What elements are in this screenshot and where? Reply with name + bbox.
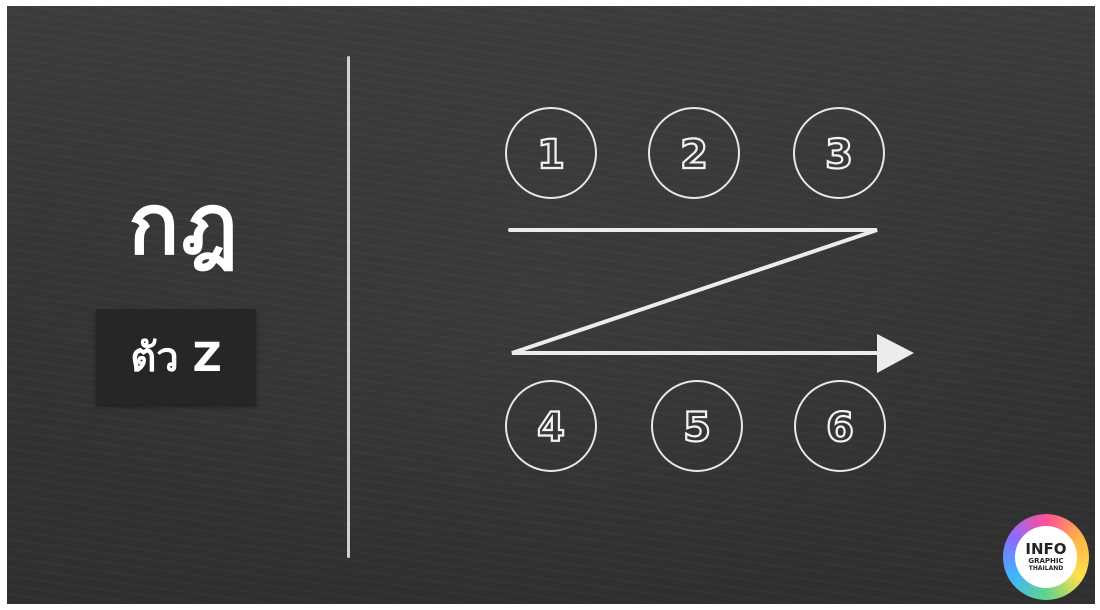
circle-6-number: 6 bbox=[826, 405, 854, 451]
logo-badge: INFO GRAPHIC THAILAND bbox=[1015, 526, 1077, 588]
circle-1-number: 1 bbox=[537, 132, 565, 178]
logo-line-1: INFO bbox=[1025, 540, 1067, 558]
z-path-line bbox=[508, 228, 885, 355]
circle-2-number: 2 bbox=[680, 132, 708, 178]
circle-4-number: 4 bbox=[537, 405, 565, 451]
circle-5-number: 5 bbox=[683, 405, 711, 451]
logo-line-2: GRAPHIC bbox=[1028, 557, 1064, 565]
arrowhead-icon bbox=[877, 334, 914, 373]
chalkboard: กฎ ตัว Z 1 2 3 4 5 6 INFO GRAPHIC THAILA… bbox=[7, 6, 1095, 604]
circle-3-number: 3 bbox=[825, 132, 853, 178]
z-pattern-diagram: 1 2 3 4 5 6 bbox=[505, 107, 914, 472]
logo-line-3: THAILAND bbox=[1028, 565, 1064, 572]
infographic-thailand-logo: INFO GRAPHIC THAILAND bbox=[1003, 514, 1089, 600]
